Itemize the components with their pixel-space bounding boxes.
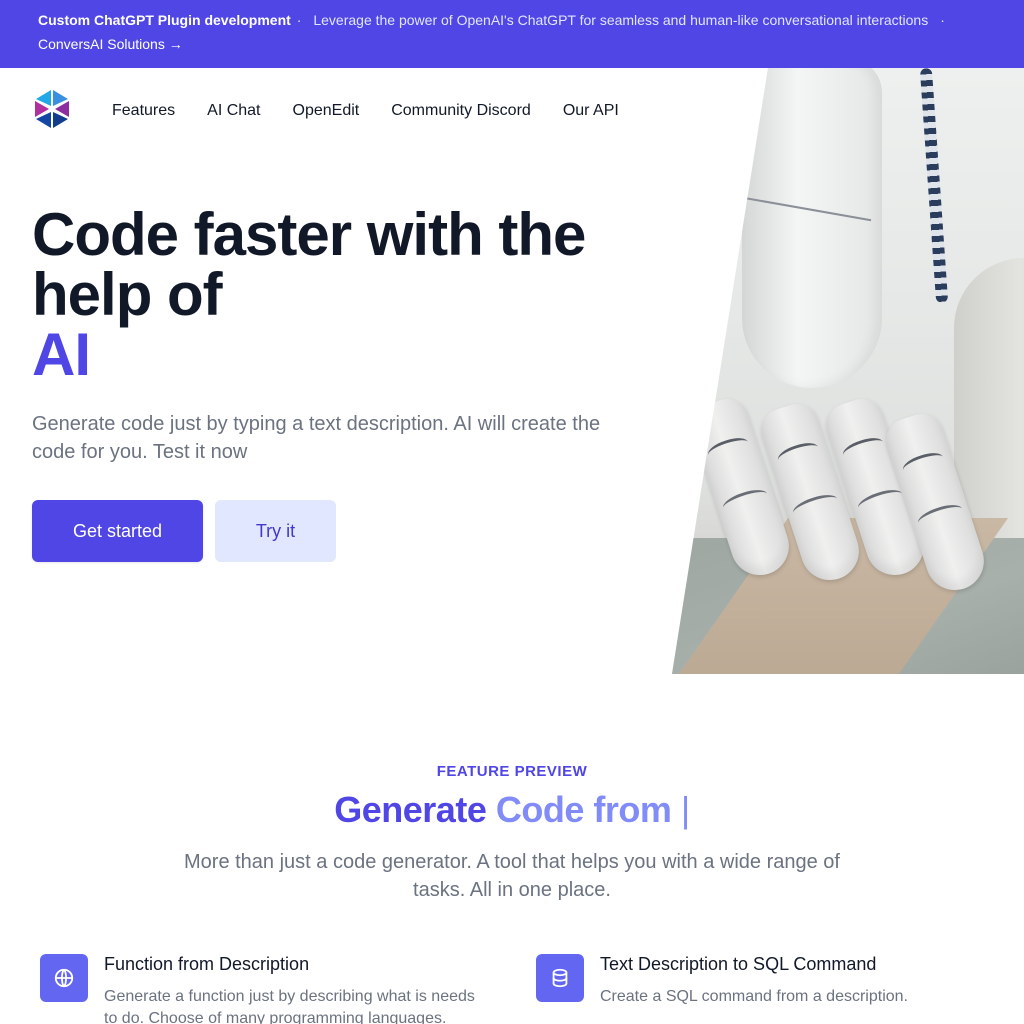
banner-headline: Custom ChatGPT Plugin development (38, 12, 291, 28)
hexagon-logo-icon (35, 89, 69, 128)
feature-title: Text Description to SQL Command (600, 954, 877, 974)
feature-description: Create a SQL command from a description. (600, 988, 908, 1005)
database-icon (552, 968, 568, 988)
features-title: Generate Code from | (0, 788, 1024, 832)
banner-separator: · (296, 12, 302, 28)
try-it-button[interactable]: Try it (215, 500, 336, 562)
feature-item: Text Description to SQL Command Create a… (536, 954, 976, 1008)
section-eyebrow: FEATURE PREVIEW (436, 763, 588, 780)
typing-cursor: | (680, 789, 690, 830)
nav-item-ai-chat[interactable]: AI Chat (207, 102, 260, 120)
feature-title: Function from Description (104, 954, 310, 974)
features-title-part1: Generate (334, 789, 487, 830)
robot-cable-shape (919, 68, 949, 304)
announcement-banner: Custom ChatGPT Plugin development · Lever… (0, 0, 1024, 68)
banner-separator-2: · (940, 12, 945, 28)
globe-icon (54, 968, 74, 988)
hero-title: Code faster with the help of AI (32, 205, 652, 385)
feature-item: Function from Description Generate a fun… (40, 954, 490, 1024)
nav-item-openedit[interactable]: OpenEdit (293, 102, 360, 120)
hero-title-main: Code faster with the help of (32, 201, 586, 328)
hero-title-accent: AI (32, 321, 91, 388)
banner-text: Leverage the power of OpenAI's ChatGPT f… (313, 12, 929, 28)
nav-item-our-api[interactable]: Our API (563, 102, 619, 120)
banner-link[interactable]: ConversAI Solutions → (38, 36, 183, 52)
feature-description: Generate a function just by describing w… (104, 988, 475, 1024)
features-subtitle: More than just a code generator. A tool … (184, 851, 840, 901)
main-nav: Features AI Chat OpenEdit Community Disc… (32, 89, 619, 134)
feature-icon-box (536, 954, 584, 1002)
hero-image-robot-hand (672, 68, 1024, 674)
nav-item-features[interactable]: Features (112, 102, 175, 120)
nav-links: Features AI Chat OpenEdit Community Disc… (112, 102, 619, 120)
robot-arm-shape (742, 68, 882, 388)
get-started-button[interactable]: Get started (32, 500, 203, 562)
features-title-part2: Code from (495, 789, 672, 830)
feature-icon-box (40, 954, 88, 1002)
logo-link[interactable] (32, 89, 112, 134)
nav-item-community-discord[interactable]: Community Discord (391, 102, 531, 120)
hero-subtitle: Generate code just by typing a text desc… (32, 413, 601, 463)
